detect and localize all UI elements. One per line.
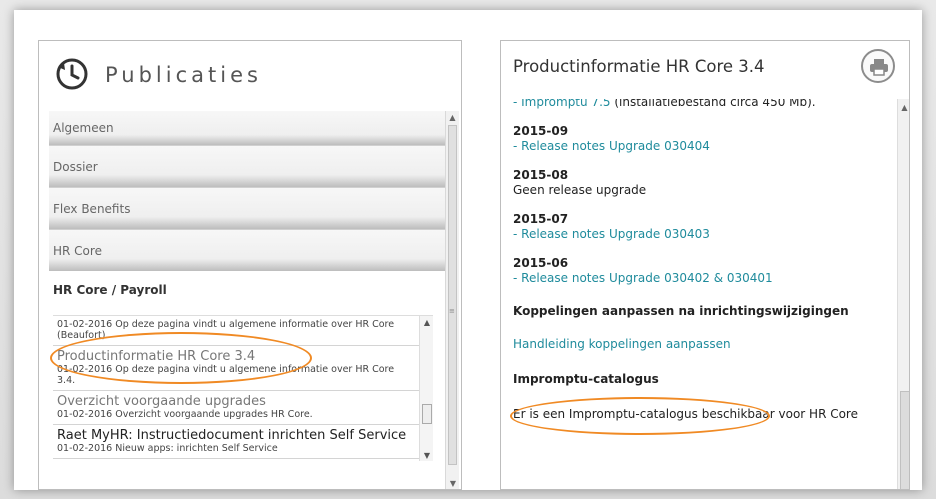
publicaties-panel: Publicaties Algemeen Dossier Flex Benefi… bbox=[38, 40, 462, 490]
publicaties-scroll-area: Algemeen Dossier Flex Benefits HR Core H… bbox=[49, 111, 459, 489]
history-icon bbox=[55, 57, 89, 91]
release-notes-link[interactable]: - Release notes Upgrade 030402 & 030401 bbox=[513, 271, 891, 286]
list-item-name[interactable]: Raet MyHR: Instructiedocument inrichten … bbox=[57, 428, 415, 443]
productinfo-header: Productinformatie HR Core 3.4 bbox=[501, 41, 909, 99]
koppelingen-link[interactable]: Handleiding koppelingen aanpassen bbox=[513, 337, 891, 352]
impromptu-suffix: (installatiebestand circa 450 Mb). bbox=[610, 99, 816, 109]
list-item[interactable]: Raet MyHR: Instructiedocument inrichten … bbox=[53, 425, 433, 459]
impromptu-line: - Impromptu 7.5 (installatiebestand circ… bbox=[513, 99, 891, 110]
section-hr-core-payroll-title[interactable]: HR Core / Payroll bbox=[53, 283, 445, 297]
release-note-text: Geen release upgrade bbox=[513, 183, 647, 197]
catalogus-text: Er is een Impromptu-catalogus beschikbaa… bbox=[513, 407, 858, 421]
year-heading: 2015-09 bbox=[513, 124, 569, 138]
section-hr-core[interactable]: HR Core bbox=[49, 229, 445, 271]
publicaties-scrollbar[interactable]: ▲ ≡ ▼ bbox=[445, 111, 460, 489]
section-hr-core-payroll: HR Core / Payroll 01-02-2016 Op deze pag… bbox=[49, 271, 445, 461]
productinfo-panel: Productinformatie HR Core 3.4 - Imprompt… bbox=[500, 40, 910, 490]
window-frame: Publicaties Algemeen Dossier Flex Benefi… bbox=[14, 10, 922, 490]
list-item-desc: 01-02-2016 Op deze pagina vindt u algeme… bbox=[57, 319, 395, 341]
page-title: Publicaties bbox=[105, 63, 262, 87]
section-flex-benefits[interactable]: Flex Benefits bbox=[49, 187, 445, 229]
impromptu-link[interactable]: - Impromptu 7.5 bbox=[513, 99, 611, 109]
catalogus-heading: Impromptu-catalogus bbox=[513, 372, 659, 386]
list-item[interactable]: 01-02-2016 Op deze pagina vindt u algeme… bbox=[53, 316, 433, 346]
list-item-name[interactable]: Overzicht voorgaande upgrades bbox=[57, 394, 415, 409]
productinfo-scrollbar[interactable]: ▲ bbox=[897, 99, 909, 489]
print-button[interactable] bbox=[861, 49, 895, 83]
year-heading: 2015-06 bbox=[513, 256, 569, 270]
list-item[interactable]: Productinformatie HR Core 3.4 01-02-2016… bbox=[53, 346, 433, 391]
year-heading: 2015-08 bbox=[513, 168, 569, 182]
scroll-up-icon[interactable]: ▲ bbox=[446, 111, 459, 125]
section-algemeen[interactable]: Algemeen bbox=[49, 111, 445, 145]
scroll-grip-icon: ≡ bbox=[449, 307, 455, 315]
publicaties-header: Publicaties bbox=[39, 41, 461, 111]
list-item-desc: 01-02-2016 Nieuw apps: inrichten Self Se… bbox=[57, 443, 278, 454]
scroll-up-icon[interactable]: ▲ bbox=[898, 103, 909, 112]
list-item-name[interactable]: Productinformatie HR Core 3.4 bbox=[57, 349, 415, 364]
printer-icon bbox=[869, 58, 889, 80]
productinfo-scroll-area: - Impromptu 7.5 (installatiebestand circ… bbox=[501, 99, 909, 489]
list-item-desc: 01-02-2016 Overzicht voorgaande upgrades… bbox=[57, 409, 313, 420]
release-notes-link[interactable]: - Release notes Upgrade 030404 bbox=[513, 139, 891, 154]
list-item[interactable]: Overzicht voorgaande upgrades 01-02-2016… bbox=[53, 391, 433, 425]
productinfo-title: Productinformatie HR Core 3.4 bbox=[513, 57, 765, 76]
scroll-thumb[interactable] bbox=[900, 391, 909, 489]
publication-list-scrollbar[interactable]: ▲ ▼ bbox=[419, 316, 433, 461]
productinfo-content: - Impromptu 7.5 (installatiebestand circ… bbox=[501, 99, 909, 422]
publication-list: 01-02-2016 Op deze pagina vindt u algeme… bbox=[53, 315, 433, 461]
scroll-thumb[interactable] bbox=[422, 404, 432, 424]
year-heading: 2015-07 bbox=[513, 212, 569, 226]
scroll-up-icon[interactable]: ▲ bbox=[420, 318, 433, 327]
scroll-down-icon[interactable]: ▼ bbox=[446, 477, 460, 489]
scroll-down-icon[interactable]: ▼ bbox=[420, 451, 433, 460]
section-dossier[interactable]: Dossier bbox=[49, 145, 445, 187]
koppelingen-heading: Koppelingen aanpassen na inrichtingswijz… bbox=[513, 304, 849, 318]
scroll-thumb[interactable] bbox=[448, 125, 457, 465]
list-item-desc: 01-02-2016 Op deze pagina vindt u algeme… bbox=[57, 364, 395, 386]
release-notes-link[interactable]: - Release notes Upgrade 030403 bbox=[513, 227, 891, 242]
